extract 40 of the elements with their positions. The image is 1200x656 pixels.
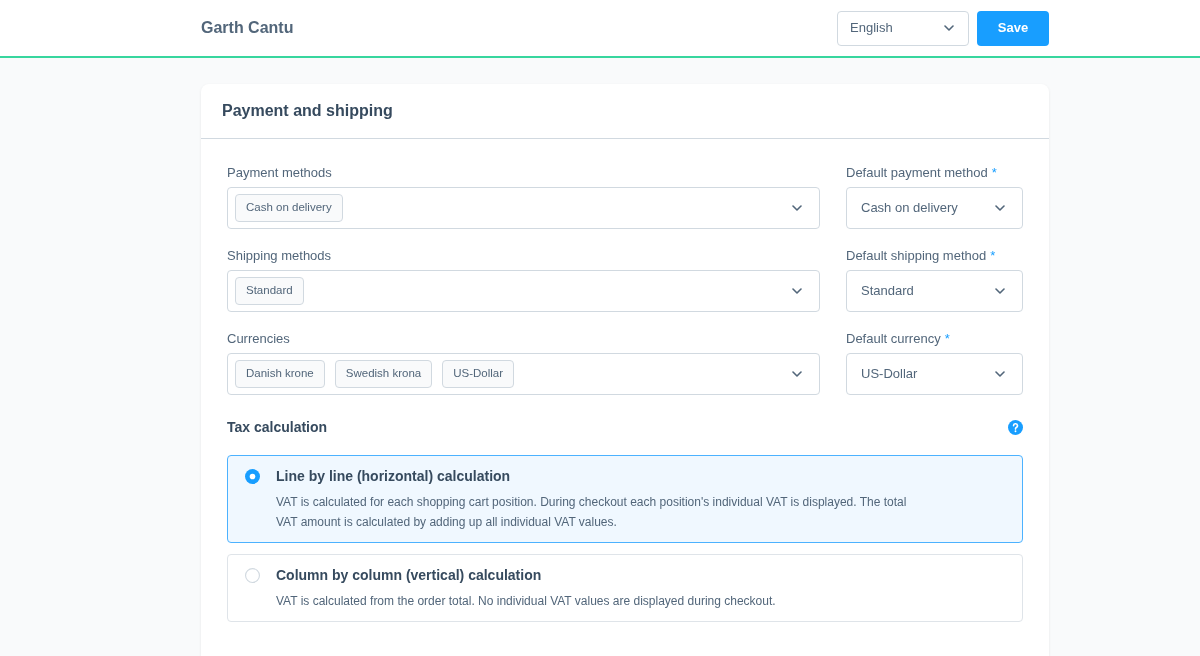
radio-button[interactable] [245,568,260,583]
select-field[interactable]: Standard [846,270,1023,312]
select-field[interactable]: US-Dollar [846,353,1023,395]
field-label: Shipping methods [227,248,333,264]
selected-tag[interactable]: Swedish krona [334,360,433,388]
user-name: Garth Cantu [201,18,294,38]
radio-option[interactable]: Column by column (vertical) calculation VAT is calculated from the order total. No individual VAT values are displayed during checkout. [227,554,1023,622]
option-description: VAT is calculated for each shopping cart position. During checkout each position's individual VAT is displayed. The total VAT amount is calculated by adding up all individual VAT values. [276,494,908,531]
field-label: Currencies [227,331,291,347]
help-icon[interactable] [1008,419,1023,435]
field-label: Default shipping method [846,248,987,264]
field-label: Default payment method [846,165,988,181]
required-mark: * [991,165,997,181]
chevron-down-icon [995,205,1005,211]
required-mark: * [944,331,950,347]
field-label: Payment methods [227,165,333,181]
radio-option[interactable] [227,455,1023,543]
language-select[interactable]: English [837,10,969,46]
option-description: VAT is calculated from the order total. No individual VAT values are displayed during checkout. [276,593,777,610]
multi-select-field[interactable]: Standard [227,270,820,312]
selected-tag[interactable]: US-Dollar [442,360,515,388]
option-title: Column by column (vertical) calculation [276,566,543,585]
chevron-down-icon [944,25,954,31]
selected-tag[interactable]: Cash on delivery [235,194,343,222]
chevron-down-icon [792,371,802,377]
selected-tag[interactable]: Danish krone [235,360,325,388]
required-mark: * [990,248,996,264]
chevron-down-icon [792,205,802,211]
chevron-down-icon [792,288,802,294]
field-label: Default currency [846,331,941,347]
chevron-down-icon [995,288,1005,294]
card-title: Payment and shipping [222,101,393,121]
select-field[interactable]: Cash on delivery [846,187,1023,229]
radio-button[interactable] [245,469,260,484]
section-title: Tax calculation [227,418,328,437]
option-title: Line by line (horizontal) calculation [276,467,512,486]
selected-tag[interactable]: Standard [235,277,304,305]
multi-select-field[interactable]: Danish krone Swedish krona US-Dollar [227,353,820,395]
chevron-down-icon [995,371,1005,377]
multi-select-field[interactable]: Cash on delivery [227,187,820,229]
